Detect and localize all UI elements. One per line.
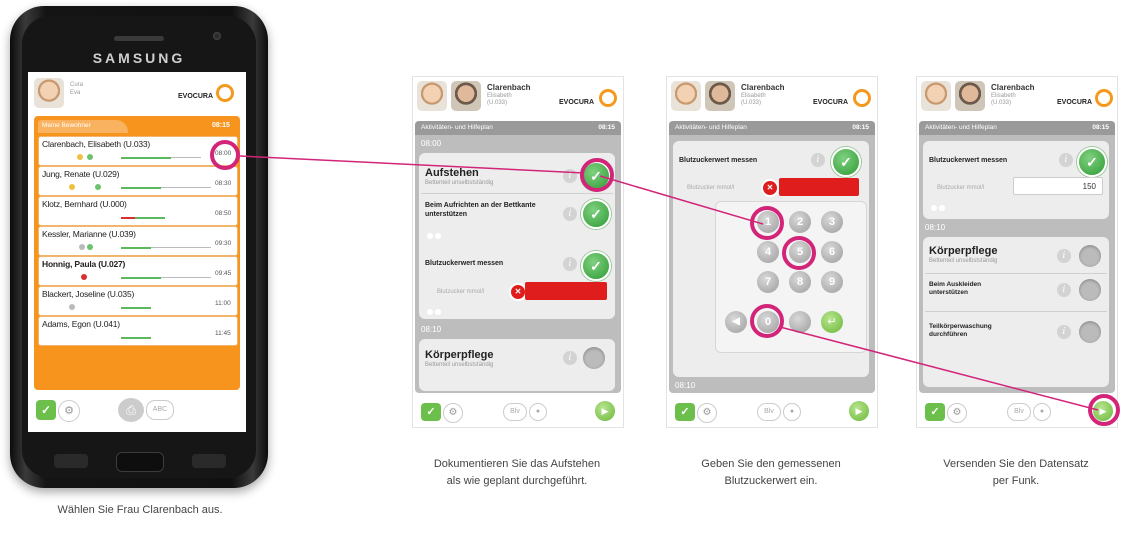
caption-phone: Wählen Sie Frau Clarenbach aus. [57,504,223,516]
caption-line: Geben Sie den gemessenen [701,458,841,470]
connector-line [239,155,585,174]
highlight-ring [1088,394,1120,426]
connector-line [599,175,764,225]
highlight-ring [580,158,614,192]
caption-line: als wie geplant durchgeführt. [446,475,588,487]
caption-line: Versenden Sie den Datensatz [943,458,1089,470]
caption-step-1: Dokumentieren Sie das Aufstehen als wie … [412,456,622,490]
highlight-ring [750,304,784,338]
caption-line: per Funk. [992,475,1040,487]
connector-line [779,326,1099,411]
highlight-ring [750,206,784,240]
caption-step-3: Versenden Sie den Datensatz per Funk. [916,456,1116,490]
caption-line: Blutzuckerwert ein. [724,475,818,487]
caption-step-2: Geben Sie den gemessenen Blutzuckerwert … [666,456,876,490]
highlight-ring [782,236,816,270]
caption-line: Dokumentieren Sie das Aufstehen [433,458,601,470]
